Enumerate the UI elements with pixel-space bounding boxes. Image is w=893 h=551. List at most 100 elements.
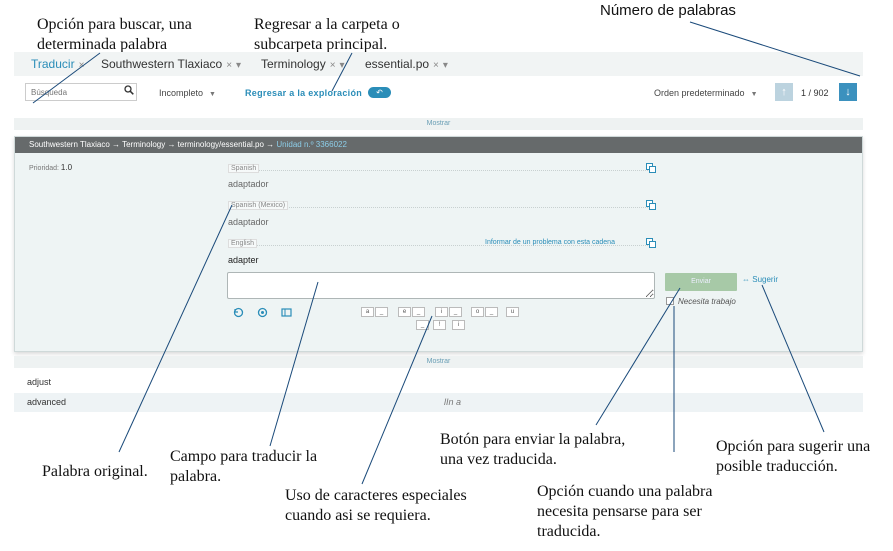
row-term: advanced [27,397,67,407]
row-term: adjust [27,377,52,387]
annotation-line: Botón para enviar la palabra, [440,431,626,448]
annotation-search-option: Opción para buscar, una determinada pala… [37,15,192,55]
priority-label: Prioridad: [29,165,59,172]
annotation-needs-work: Opción cuando una palabra necesita pensa… [537,482,712,542]
tab-project[interactable]: Southwestern Tlaxiaco × ▾ [101,57,241,71]
divider [228,207,648,208]
annotation-back-folder: Regresar a la carpeta o subcarpeta princ… [254,15,400,55]
annotation-line: palabra. [170,468,222,485]
annotation-translate-field: Campo para traducir la palabra. [170,447,317,487]
annotation-line: traducida. [537,523,601,540]
suggest-label: Sugerir [752,275,779,284]
special-char-key[interactable]: u [506,307,519,317]
needs-work-label: Necesita trabajo [678,297,736,306]
unit-link[interactable]: Unidad n.º 3366022 [276,140,347,149]
priority-value: 1.0 [60,163,73,172]
close-icon[interactable]: × [330,60,336,71]
annotation-word-count: Número de palabras [600,2,736,19]
expand-icon[interactable] [281,307,292,318]
toolbar: Incompleto▼ Regresar a la exploración ↶ … [14,76,863,109]
unit-counter: 1 / 902 [801,88,829,98]
chevron-down-icon[interactable]: ▾ [236,60,241,71]
copy-source-icon[interactable] [257,307,268,318]
tab-file[interactable]: essential.po × ▾ [365,57,448,71]
sort-dropdown[interactable]: Orden predeterminado ▼ [654,88,758,98]
special-char-key[interactable]: a [361,307,374,317]
suggest-icon: ⇔ [742,275,753,284]
source-text: adaptador [228,217,269,227]
annotation-line: Uso de caracteres especiales [285,487,467,504]
back-to-browse-link[interactable]: Regresar a la exploración [245,88,362,98]
close-icon[interactable]: × [79,60,85,71]
filter-dropdown[interactable]: Incompleto ▼ [159,88,216,98]
tab-bar: Traducir × Southwestern Tlaxiaco × ▾ Termin… [14,52,863,76]
annotation-line: Regresar a la carpeta o [254,16,400,33]
search-input[interactable] [25,83,137,101]
special-char-key[interactable]: _ [485,307,498,317]
close-icon[interactable]: × [226,60,232,71]
tab-label: Traducir [31,57,75,71]
special-char-key[interactable]: i [452,320,465,330]
special-char-key[interactable]: ! [433,320,446,330]
priority: Prioridad: 1.0 [29,163,72,172]
show-previous-bar[interactable]: Mostrar [14,118,863,130]
tab-label: essential.po [365,57,430,71]
annotation-line: cuando asi se requiera. [285,507,431,524]
close-icon[interactable]: × [433,60,439,71]
annotation-line: posible traducción. [716,458,838,475]
source-text: adapter [228,255,259,265]
chevron-down-icon[interactable]: ▾ [340,60,345,71]
suggest-link[interactable]: ⇔ Sugerir [742,275,778,284]
translation-editor: Southwestern Tlaxiaco → Terminology → te… [14,136,863,352]
annotation-send-button: Botón para enviar la palabra, una vez tr… [440,430,625,470]
unit-breadcrumb: Southwestern Tlaxiaco → Terminology → te… [15,137,862,153]
source-language-label: English [228,239,257,248]
annotation-suggest-option: Opción para sugerir una posible traducci… [716,437,870,477]
annotation-line: Campo para traducir la [170,448,318,465]
source-text: adaptador [228,179,269,189]
tab-translate[interactable]: Traducir × [31,57,84,71]
special-char-key[interactable]: _ [416,320,429,330]
table-row[interactable]: advanced lIn a [14,393,863,412]
table-row[interactable]: adjust [14,373,863,392]
tab-terminology[interactable]: Terminology × ▾ [261,57,345,71]
copy-icon[interactable] [646,163,656,173]
submit-button[interactable]: Enviar [665,273,737,291]
row-status: lIn a [444,397,462,407]
annotation-line: una vez traducida. [440,451,557,468]
special-char-key[interactable]: e [398,307,411,317]
divider [228,170,648,171]
needs-work-checkbox[interactable]: Necesita trabajo [666,297,736,306]
special-char-key[interactable]: _ [375,307,388,317]
annotation-line: Opción cuando una palabra [537,483,713,500]
back-arrow-icon[interactable]: ↶ [368,87,391,98]
special-char-key[interactable]: o [471,307,484,317]
special-char-key[interactable]: _ [449,307,462,317]
report-problem-link[interactable]: Informar de un problema con esta cadena [485,239,615,246]
translation-textarea[interactable] [227,272,655,299]
annotation-line: Opción para buscar, una [37,16,192,33]
previous-unit-button[interactable]: ↑ [775,83,793,101]
source-language-label: Spanish [228,164,260,173]
chevron-down-icon[interactable]: ▾ [443,60,448,71]
search-icon[interactable] [124,85,134,95]
chevron-down-icon: ▼ [750,91,758,98]
filter-label: Incompleto [159,88,204,98]
undo-icon[interactable] [233,307,244,318]
show-next-bar[interactable]: Mostrar [14,356,863,368]
annotation-line: necesita pensarse para ser [537,503,702,520]
chevron-down-icon: ▼ [209,91,216,98]
checkbox-icon[interactable] [666,297,674,305]
special-char-key[interactable]: _ [412,307,425,317]
source-language-label: Spanish (Mexico) [228,201,289,210]
sort-label: Orden predeterminado [654,88,745,98]
copy-icon[interactable] [646,238,656,248]
breadcrumb-path: Southwestern Tlaxiaco → Terminology → te… [29,140,275,149]
special-char-key[interactable]: i [435,307,448,317]
copy-icon[interactable] [646,200,656,210]
annotation-original-word: Palabra original. [42,463,148,480]
annotation-line: Opción para sugerir una [716,438,871,455]
annotation-special-chars: Uso de caracteres especiales cuando asi … [285,486,467,526]
next-unit-button[interactable]: ↓ [839,83,857,101]
tab-label: Southwestern Tlaxiaco [101,57,223,71]
